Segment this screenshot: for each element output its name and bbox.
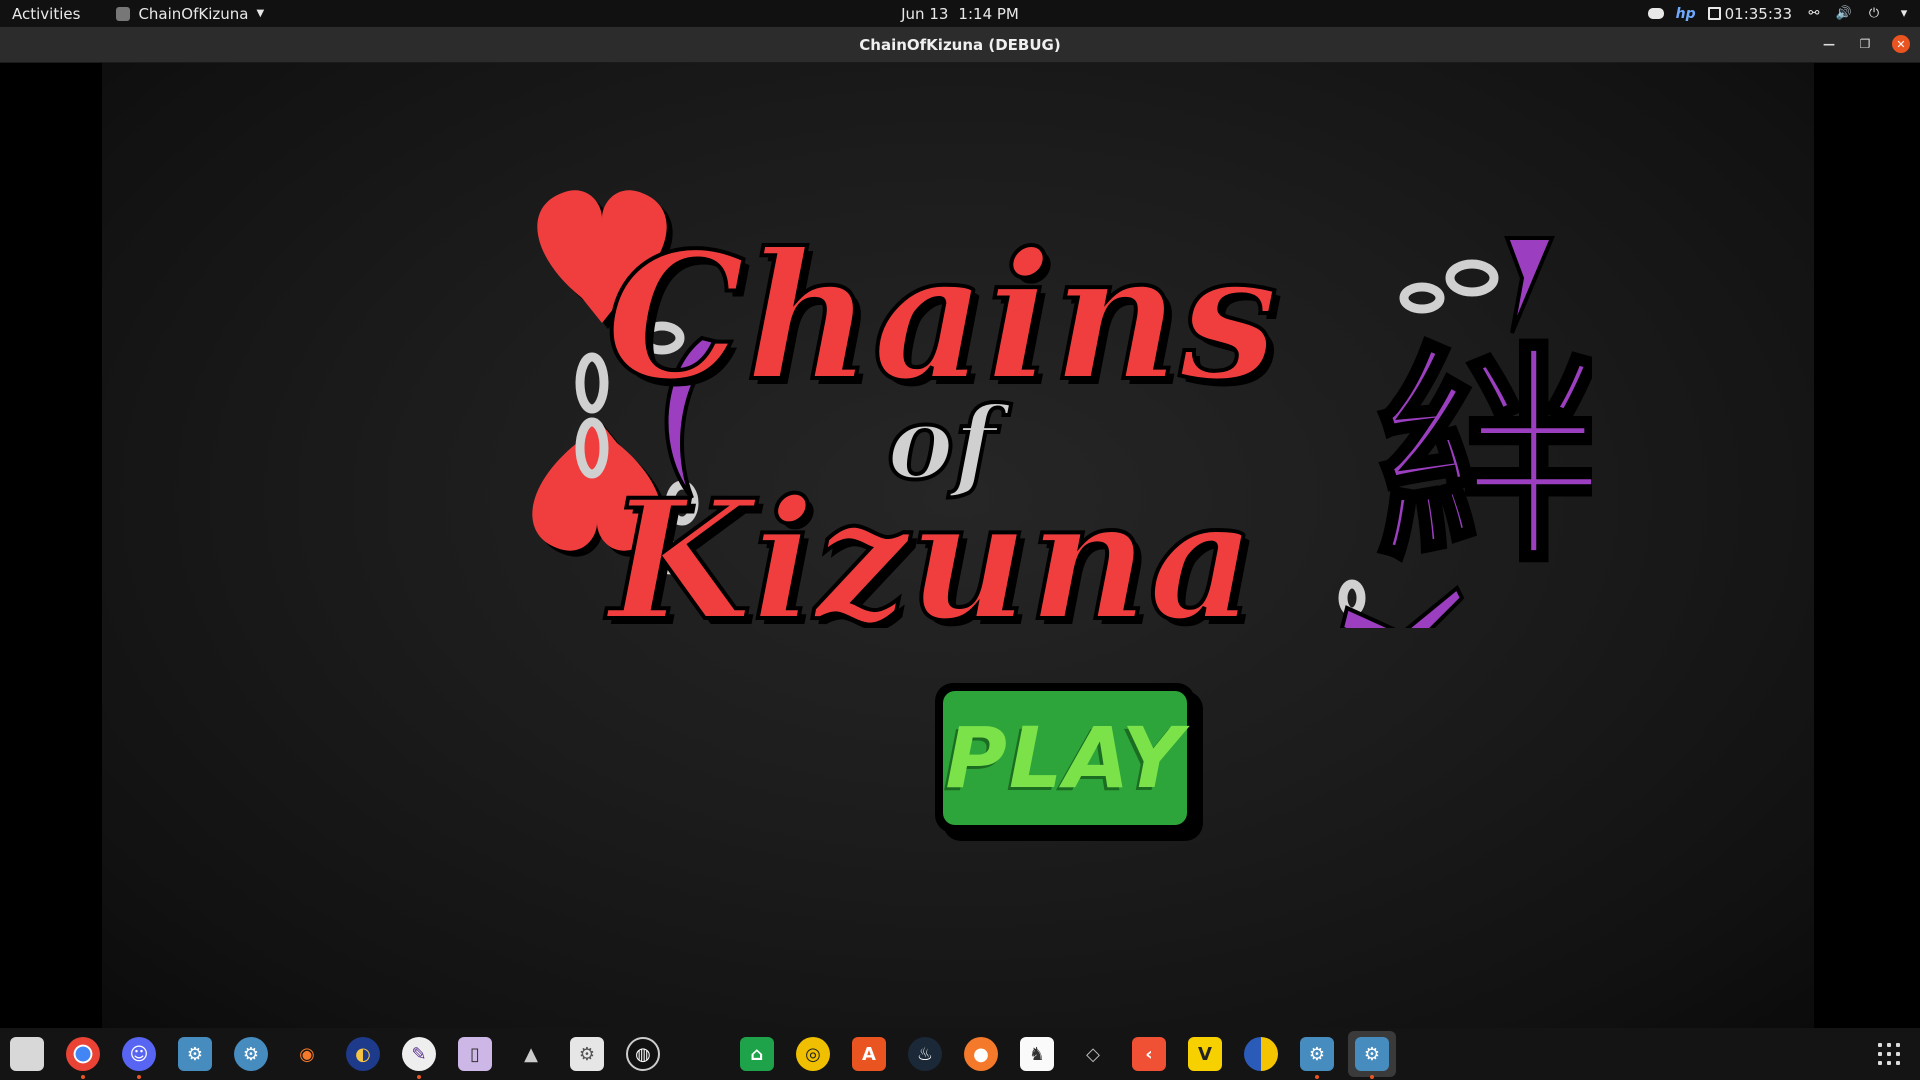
dock: ☺ ⚙ ⚙ ◉ ◐ ✎ ▯ ▲ ⚙ ◍ ⌂ ◎ A ♨ ● ♞ ◇ ‹ V ⚙ …	[0, 1028, 1920, 1080]
chrome-icon[interactable]	[66, 1037, 100, 1071]
itch-icon[interactable]: ▯	[458, 1037, 492, 1071]
game-icon[interactable]: ♞	[1020, 1037, 1054, 1071]
kanji-kizuna-icon: 絆	[1377, 326, 1592, 593]
app-icon[interactable]: ⌂	[740, 1037, 774, 1071]
settings-icon[interactable]: ⚙	[570, 1037, 604, 1071]
krita-icon[interactable]: ✎	[402, 1037, 436, 1071]
app-gear-icon	[116, 6, 131, 21]
clock[interactable]: Jun 13 1:14 PM	[901, 5, 1019, 23]
top-bar: Activities ChainOfKizuna ▼ Jun 13 1:14 P…	[0, 0, 1920, 27]
system-tray[interactable]: hp 01:35:33 ⚯ 🔊 ⏻ ▾	[1647, 4, 1912, 23]
app-icon[interactable]: ◐	[346, 1037, 380, 1071]
inkscape-icon[interactable]: ▲	[514, 1037, 548, 1071]
running-indicator	[1370, 1075, 1374, 1079]
running-indicator	[1315, 1075, 1319, 1079]
battery-indicator[interactable]: 01:35:33	[1707, 4, 1792, 23]
app-menu-label: ChainOfKizuna	[138, 4, 249, 23]
discord-icon[interactable]: ☺	[122, 1037, 156, 1071]
git-icon[interactable]: ‹	[1132, 1037, 1166, 1071]
power-icon[interactable]: ⏻	[1866, 6, 1882, 21]
discord-tray-icon[interactable]	[1647, 7, 1664, 21]
running-indicator	[137, 1075, 141, 1079]
maximize-icon[interactable]: ❐	[1856, 35, 1874, 53]
game-logo: Chains Chains of Kizuna Kizuna 絆	[532, 190, 1592, 628]
volume-icon[interactable]: 🔊	[1836, 6, 1852, 21]
clock-date: Jun 13	[901, 4, 949, 23]
show-apps-icon[interactable]	[1878, 1043, 1900, 1065]
window-title: ChainOfKizuna (DEBUG)	[859, 35, 1061, 54]
obs-icon[interactable]: ◍	[626, 1037, 660, 1071]
logo-kizuna-text: Kizuna	[605, 463, 1256, 628]
app-icon[interactable]	[1244, 1037, 1278, 1071]
window-titlebar[interactable]: ChainOfKizuna (DEBUG) — ❐ ✕	[0, 27, 1920, 63]
play-button-face: PLAY	[943, 691, 1187, 825]
play-button[interactable]: PLAY	[935, 683, 1195, 833]
lock-icon	[1707, 7, 1721, 20]
battery-time: 01:35:33	[1724, 4, 1792, 23]
software-icon[interactable]: A	[852, 1037, 886, 1071]
clock-time: 1:14 PM	[958, 4, 1019, 23]
hp-tray-icon[interactable]: hp	[1676, 6, 1696, 22]
godot-icon[interactable]: ⚙	[178, 1037, 212, 1071]
network-icon[interactable]: ⚯	[1806, 6, 1822, 21]
blender-alt-icon[interactable]: ●	[964, 1037, 998, 1071]
window-controls: — ❐ ✕	[1820, 35, 1910, 53]
play-button-label: PLAY	[945, 709, 1185, 807]
caret-down-icon: ▼	[256, 8, 265, 19]
blender-icon[interactable]: ◉	[290, 1037, 324, 1071]
minimize-icon[interactable]: —	[1820, 35, 1838, 53]
purple-claw-top	[1504, 236, 1556, 334]
app-menu[interactable]: ChainOfKizuna ▼	[116, 5, 264, 23]
godot-active-icon[interactable]: ⚙	[1355, 1037, 1389, 1071]
chevron-down-icon[interactable]: ▾	[1896, 6, 1912, 21]
running-indicator	[81, 1075, 85, 1079]
unity-icon[interactable]: ◇	[1076, 1037, 1110, 1071]
game-stage: Chains Chains of Kizuna Kizuna 絆 PLAY	[102, 63, 1814, 1028]
vector-icon[interactable]: V	[1188, 1037, 1222, 1071]
godot-icon[interactable]: ⚙	[1300, 1037, 1334, 1071]
steam-icon[interactable]: ♨	[908, 1037, 942, 1071]
running-indicator	[417, 1075, 421, 1079]
rhythmbox-icon[interactable]: ◎	[796, 1037, 830, 1071]
godot-alt-icon[interactable]: ⚙	[234, 1037, 268, 1071]
close-icon[interactable]: ✕	[1892, 35, 1910, 53]
activities-button[interactable]: Activities	[12, 5, 80, 23]
game-viewport: Chains Chains of Kizuna Kizuna 絆 PLAY	[0, 63, 1920, 1028]
files-icon[interactable]	[10, 1037, 44, 1071]
